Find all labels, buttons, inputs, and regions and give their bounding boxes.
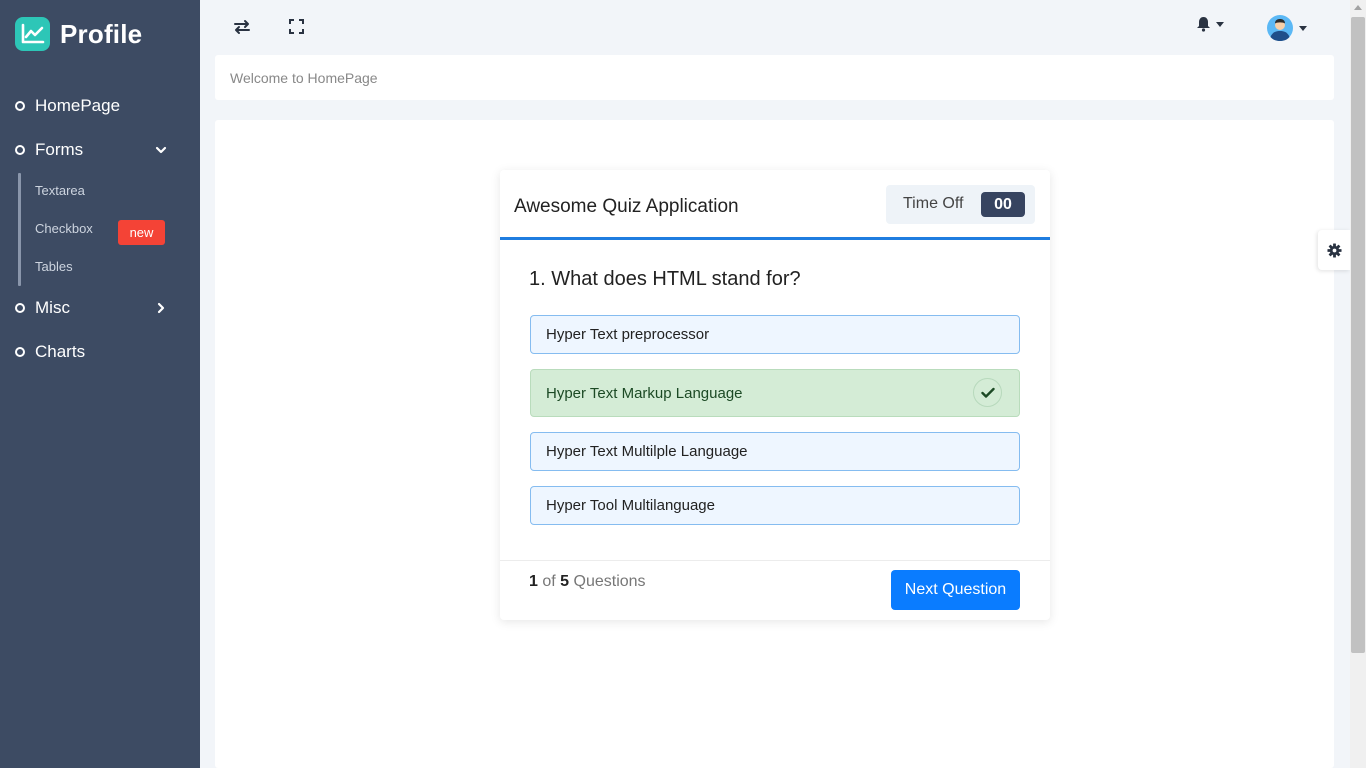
submenu-divider [18, 173, 21, 286]
timer-value: 00 [981, 192, 1025, 217]
check-icon [973, 378, 1002, 407]
welcome-text: Welcome to HomePage [230, 70, 378, 86]
caret-down-icon [1216, 21, 1224, 27]
option-1[interactable]: Hyper Text preprocessor [530, 315, 1020, 354]
sidebar-subitem-tables[interactable]: Tables [35, 259, 73, 274]
sidebar-subitem-checkbox[interactable]: Checkbox [35, 221, 93, 236]
gear-icon [1326, 242, 1342, 258]
option-label: Hyper Text preprocessor [546, 326, 710, 343]
question-text: 1. What does HTML stand for? [529, 268, 801, 290]
sidebar-item-label: Forms [35, 140, 84, 159]
avatar [1267, 15, 1293, 41]
quiz-title: Awesome Quiz Application [514, 196, 739, 217]
timer-label: Time Off [903, 195, 964, 212]
option-4[interactable]: Hyper Tool Multilanguage [530, 486, 1020, 525]
sidebar-item-misc[interactable]: Misc [0, 293, 200, 323]
timer: Time Off 00 [886, 185, 1035, 224]
bell-icon [1197, 17, 1210, 32]
option-2[interactable]: Hyper Text Markup Language [530, 369, 1020, 417]
brand[interactable]: Profile [15, 17, 142, 51]
sidebar-item-label: Misc [35, 298, 70, 317]
scroll-up-arrow-icon[interactable] [1354, 5, 1362, 10]
caret-down-icon [1299, 25, 1307, 31]
quiz-card: Awesome Quiz Application Time Off 00 1. … [500, 170, 1050, 620]
next-question-button[interactable]: Next Question [891, 570, 1020, 610]
sidebar: Profile HomePage Forms Textarea Checkbox… [0, 0, 200, 768]
progress-current: 1 [529, 573, 538, 590]
circle-icon [15, 145, 25, 155]
settings-toggle[interactable] [1318, 230, 1350, 270]
progress-total: 5 [560, 573, 570, 590]
progress-label: Questions [573, 573, 646, 590]
quiz-header: Awesome Quiz Application Time Off 00 [500, 170, 1050, 240]
chevron-down-icon [155, 146, 167, 154]
notifications-dropdown[interactable] [1196, 16, 1224, 32]
circle-icon [15, 303, 25, 313]
sidebar-item-charts[interactable]: Charts [0, 337, 200, 367]
swap-icon[interactable] [233, 19, 251, 40]
sidebar-item-label: HomePage [35, 96, 121, 115]
sidebar-item-forms[interactable]: Forms [0, 135, 200, 165]
fullscreen-icon[interactable] [289, 19, 304, 39]
question-progress: 1 of 5 Questions [529, 573, 646, 591]
sidebar-subitem-textarea[interactable]: Textarea [35, 183, 85, 198]
option-label: Hyper Tool Multilanguage [546, 497, 715, 514]
option-label: Hyper Text Markup Language [546, 385, 743, 402]
option-3[interactable]: Hyper Text Multilple Language [530, 432, 1020, 471]
chart-line-icon [15, 17, 50, 51]
circle-icon [15, 347, 25, 357]
sidebar-item-homepage[interactable]: HomePage [0, 91, 200, 121]
chevron-right-icon [157, 302, 165, 314]
scrollbar-thumb[interactable] [1351, 17, 1365, 653]
sidebar-item-label: Charts [35, 342, 86, 361]
user-menu[interactable] [1266, 14, 1307, 42]
option-label: Hyper Text Multilple Language [546, 443, 748, 460]
divider [500, 560, 1050, 561]
new-badge: new [118, 220, 165, 245]
circle-icon [15, 101, 25, 111]
progress-of: of [542, 573, 556, 590]
welcome-bar: Welcome to HomePage [215, 55, 1334, 100]
brand-name: Profile [60, 18, 143, 49]
